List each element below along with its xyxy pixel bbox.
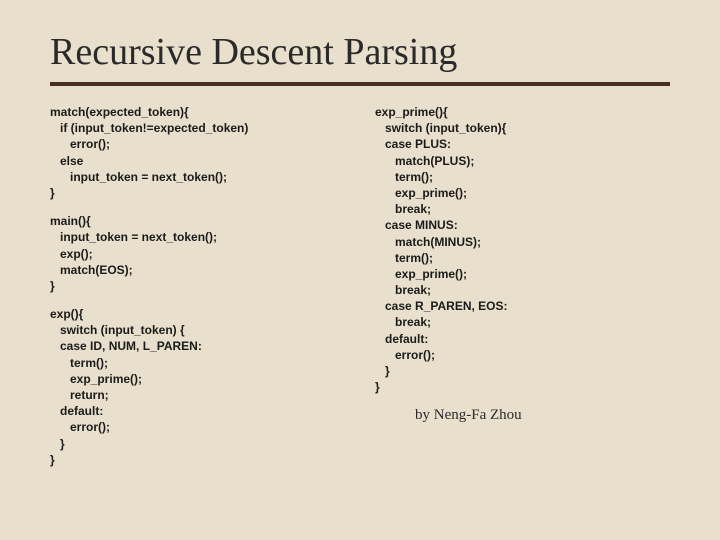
code-exp-prime-function: exp_prime(){ switch (input_token){ case … [375, 104, 670, 395]
title-divider [50, 82, 670, 86]
code-exp-function: exp(){ switch (input_token) { case ID, N… [50, 306, 345, 468]
slide-title: Recursive Descent Parsing [50, 30, 670, 74]
attribution-text: by Neng-Fa Zhou [375, 407, 670, 424]
code-main-function: main(){ input_token = next_token(); exp(… [50, 213, 345, 294]
code-match-function: match(expected_token){ if (input_token!=… [50, 104, 345, 201]
content-area: match(expected_token){ if (input_token!=… [50, 104, 670, 480]
right-column: exp_prime(){ switch (input_token){ case … [375, 104, 670, 480]
left-column: match(expected_token){ if (input_token!=… [50, 104, 345, 480]
